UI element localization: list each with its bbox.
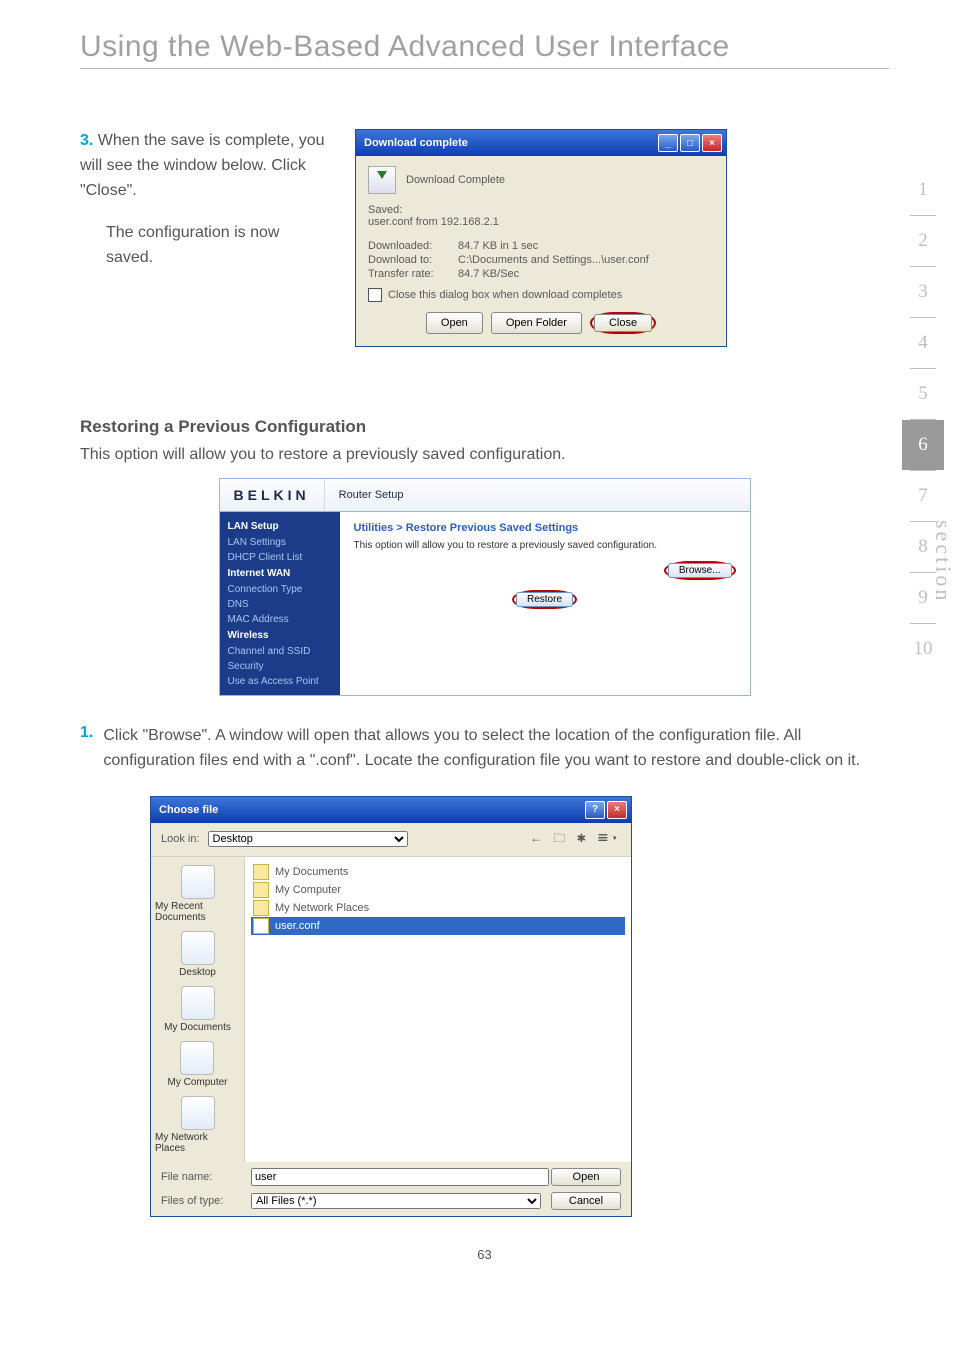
step3-follow: The configuration is now saved. [106, 221, 330, 271]
minimize-icon[interactable]: _ [658, 134, 678, 152]
filetype-select[interactable]: All Files (*.*) [251, 1193, 541, 1209]
place-mycomp[interactable]: My Computer [167, 1041, 227, 1088]
step1-number: 1. [80, 724, 93, 774]
restore-heading: Restoring a Previous Configuration [80, 417, 889, 437]
section-5[interactable]: 5 [902, 369, 944, 419]
section-3[interactable]: 3 [902, 267, 944, 317]
place-recent[interactable]: My Recent Documents [155, 865, 240, 923]
section-1[interactable]: 1 [902, 165, 944, 215]
downloaded-label: Downloaded: [368, 240, 458, 252]
lookin-select[interactable]: Desktop [208, 831, 408, 847]
step3-text: When the save is complete, you will see … [80, 132, 325, 199]
section-6[interactable]: 6 [902, 420, 944, 470]
belkin-logo: BELKIN [220, 479, 325, 511]
nav-lan-setup[interactable]: LAN Setup [220, 518, 340, 535]
step1-text: Click "Browse". A window will open that … [103, 724, 889, 774]
download-complete-dialog: Download complete _ □ × Download Complet… [355, 129, 727, 347]
nav-dhcp-client[interactable]: DHCP Client List [220, 550, 340, 565]
rate-label: Transfer rate: [368, 268, 458, 280]
belkin-subtext: This option will allow you to restore a … [354, 540, 736, 551]
download-heading: Download Complete [406, 174, 505, 186]
restore-intro: This option will allow you to restore a … [80, 443, 889, 466]
saved-label: Saved: [368, 204, 714, 216]
list-item[interactable]: My Computer [251, 881, 625, 899]
nav-security[interactable]: Security [220, 659, 340, 674]
filetype-label: Files of type: [161, 1195, 241, 1207]
lookin-label: Look in: [161, 833, 200, 845]
section-2[interactable]: 2 [902, 216, 944, 266]
router-setup-tab[interactable]: Router Setup [325, 481, 418, 509]
step3-number: 3. [80, 132, 93, 149]
place-mynet[interactable]: My Network Places [155, 1096, 240, 1154]
nav-wireless[interactable]: Wireless [220, 627, 340, 644]
choose-file-dialog: Choose file ? × Look in: Desktop ← 🗀 ✱ ☰… [150, 796, 632, 1217]
close-icon[interactable]: × [702, 134, 722, 152]
toolbar-icons[interactable]: ← 🗀 ✱ ☰▾ [530, 829, 621, 850]
rate-value: 84.7 KB/Sec [458, 268, 519, 280]
browse-button[interactable]: Browse... [668, 563, 732, 578]
open-file-button[interactable]: Open [551, 1168, 621, 1186]
close-icon[interactable]: × [607, 801, 627, 819]
open-button[interactable]: Open [426, 312, 483, 334]
list-item-selected[interactable]: user.conf [251, 917, 625, 935]
title-rule [80, 68, 889, 69]
restore-button[interactable]: Restore [516, 592, 573, 607]
saved-value: user.conf from 192.168.2.1 [368, 216, 714, 228]
choose-file-title: Choose file [159, 804, 218, 816]
nav-dns[interactable]: DNS [220, 597, 340, 612]
open-folder-button[interactable]: Open Folder [491, 312, 582, 334]
computer-icon [253, 882, 269, 898]
close-when-done-label: Close this dialog box when download comp… [388, 289, 622, 301]
downloaded-value: 84.7 KB in 1 sec [458, 240, 538, 252]
list-item[interactable]: My Network Places [251, 899, 625, 917]
page-title: Using the Web-Based Advanced User Interf… [80, 30, 889, 64]
download-icon [368, 166, 396, 194]
section-4[interactable]: 4 [902, 318, 944, 368]
page-number: 63 [80, 1247, 889, 1262]
belkin-sidebar: LAN Setup LAN Settings DHCP Client List … [220, 512, 340, 695]
downloadto-label: Download to: [368, 254, 458, 266]
nav-mac-address[interactable]: MAC Address [220, 612, 340, 627]
nav-channel-ssid[interactable]: Channel and SSID [220, 644, 340, 659]
filename-label: File name: [161, 1171, 241, 1183]
help-icon[interactable]: ? [585, 801, 605, 819]
folder-icon [253, 864, 269, 880]
section-10[interactable]: 10 [902, 624, 944, 674]
filename-input[interactable] [251, 1168, 549, 1186]
place-mydocs[interactable]: My Documents [164, 986, 231, 1033]
maximize-icon[interactable]: □ [680, 134, 700, 152]
nav-internet-wan[interactable]: Internet WAN [220, 565, 340, 582]
belkin-breadcrumb: Utilities > Restore Previous Saved Setti… [354, 522, 736, 534]
nav-access-point[interactable]: Use as Access Point [220, 674, 340, 689]
section-label: section [930, 520, 954, 603]
close-when-done-checkbox[interactable] [368, 288, 382, 302]
dialog-title: Download complete [364, 137, 468, 149]
nav-lan-settings[interactable]: LAN Settings [220, 535, 340, 550]
downloadto-value: C:\Documents and Settings...\user.conf [458, 254, 649, 266]
network-icon [253, 900, 269, 916]
cancel-button[interactable]: Cancel [551, 1192, 621, 1210]
section-7[interactable]: 7 [902, 471, 944, 521]
nav-connection-type[interactable]: Connection Type [220, 582, 340, 597]
list-item[interactable]: My Documents [251, 863, 625, 881]
file-icon [253, 918, 269, 934]
file-list[interactable]: My Documents My Computer My Network Plac… [245, 857, 631, 1162]
belkin-router-ui: BELKIN Router Setup LAN Setup LAN Settin… [219, 478, 751, 696]
close-button[interactable]: Close [594, 314, 652, 332]
place-desktop[interactable]: Desktop [179, 931, 216, 978]
